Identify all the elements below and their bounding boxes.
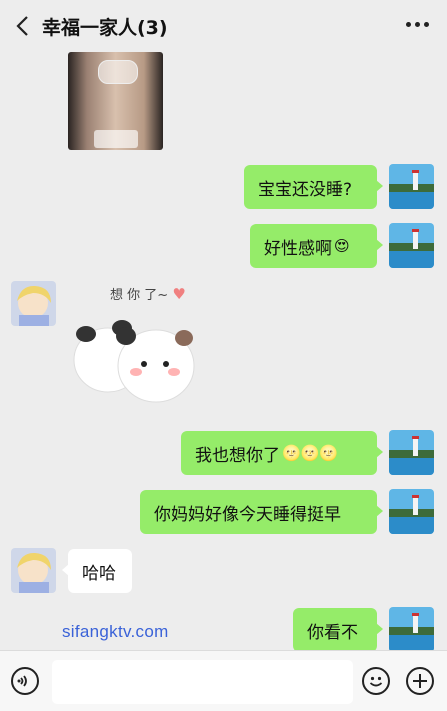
watermark-text: sifangktv.com <box>62 622 169 641</box>
received-photo[interactable] <box>68 52 163 150</box>
avatar[interactable] <box>389 489 434 534</box>
message-bubble[interactable]: 哈哈 <box>62 549 132 593</box>
message-text: 我也想你了 <box>195 445 280 466</box>
avatar[interactable] <box>11 548 56 593</box>
more-dots-icon[interactable] <box>406 22 429 27</box>
avatar[interactable] <box>389 164 434 209</box>
sticker[interactable]: 想 你 了~ ♥ <box>68 280 208 420</box>
message-text: 哈哈 <box>82 563 116 584</box>
chat-header: 幸福一家人(3) <box>0 0 447 52</box>
message-bubble[interactable]: 你看不 <box>293 608 383 650</box>
heart-eyes-emoji: 😍 <box>334 237 350 255</box>
avatar[interactable] <box>389 607 434 650</box>
voice-icon[interactable] <box>11 667 39 695</box>
message-text: 宝宝还没睡? <box>258 179 353 200</box>
message-bubble[interactable]: 好性感啊 😍 <box>250 224 383 268</box>
chat-title: 幸福一家人(3) <box>42 17 168 39</box>
message-text: 你看不 <box>307 622 358 643</box>
chevron-left-icon[interactable] <box>14 15 34 37</box>
message-list[interactable]: 宝宝还没睡? 好性感啊 😍 想 你 了~ ♥ 我也想你了 🌝🌝🌝 你妈妈好像今天… <box>0 52 447 650</box>
message-text: 你妈妈好像今天睡得挺早 <box>154 504 341 525</box>
message-bubble[interactable]: 我也想你了 🌝🌝🌝 <box>181 431 383 475</box>
message-input[interactable] <box>52 660 353 704</box>
avatar[interactable] <box>389 430 434 475</box>
avatar[interactable] <box>389 223 434 268</box>
message-text: 好性感啊 <box>264 238 332 259</box>
message-bubble[interactable]: 你妈妈好像今天睡得挺早 <box>140 490 383 534</box>
emoji-icon[interactable] <box>362 667 390 695</box>
plus-icon[interactable] <box>406 667 434 695</box>
avatar[interactable] <box>11 281 56 326</box>
sun-face-emoji: 🌝🌝🌝 <box>282 444 339 462</box>
input-bar <box>0 650 447 711</box>
message-bubble[interactable]: 宝宝还没睡? <box>244 165 383 209</box>
